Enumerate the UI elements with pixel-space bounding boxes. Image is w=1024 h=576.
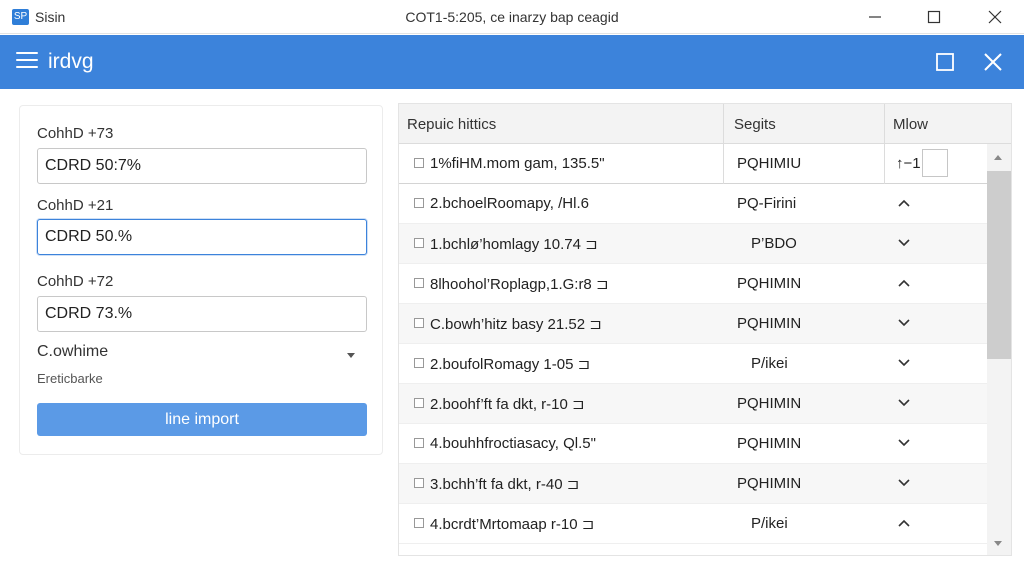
row-status: PQHIMIN — [737, 395, 802, 412]
scroll-down-icon[interactable] — [994, 541, 1002, 546]
hamburger-menu-icon[interactable] — [16, 52, 38, 70]
chevron-down-icon[interactable] — [897, 358, 911, 368]
row-checkbox[interactable] — [414, 358, 424, 368]
square-icon — [936, 53, 954, 71]
chevron-up-icon[interactable] — [897, 278, 911, 288]
row-name: 2.boohf’ft fa dkt, r-10 ⊐ — [430, 396, 585, 413]
header-maximize-button[interactable] — [932, 49, 958, 75]
table-row[interactable]: 8lhoohol’Roplagp,1.G:r8 ⊐ PQHIMIN — [399, 264, 987, 304]
field2-label: CohhD +21 — [37, 197, 114, 214]
row-name: 8lhoohol’Roplagp,1.G:r8 ⊐ — [430, 276, 609, 293]
row-name: 4.bouhhfroctiasacy, Ql.5" — [430, 435, 596, 452]
app-header: irdvg — [0, 35, 1024, 89]
row-name: 3.bchh’ft fa dkt, r-40 ⊐ — [430, 476, 580, 493]
chevron-down-icon[interactable] — [897, 398, 911, 408]
table-row[interactable]: 1%fiHM.mom gam, 135.5" PQHIMIU ↑−1 — [399, 144, 987, 184]
field3-label: CohhD +72 — [37, 273, 114, 290]
column-header-name[interactable]: Repuic hittics — [407, 116, 496, 133]
row-checkbox[interactable] — [414, 318, 424, 328]
window-titlebar: SP Sisin COT1-5:205, ce inarzy bap ceagi… — [0, 0, 1024, 34]
chevron-down-icon[interactable] — [897, 478, 911, 488]
select-dropdown-label[interactable]: C.owhime — [37, 343, 108, 361]
field3-input[interactable]: CDRD 73.% — [37, 296, 367, 332]
chevron-down-icon[interactable] — [897, 438, 911, 448]
chevron-up-icon[interactable] — [897, 198, 911, 208]
table-row[interactable]: 2.bchoelRoomapy, /Hl.6 PQ-Firini — [399, 184, 987, 224]
row-name: 1%fiHM.mom gam, 135.5" — [430, 155, 605, 172]
column-header-status[interactable]: Segits — [734, 116, 776, 133]
close-icon — [988, 10, 1002, 24]
row-status: P/ikei — [751, 355, 788, 372]
table-header: Repuic hittics Segits Mlow — [399, 104, 1011, 144]
row-status: PQHIMIU — [737, 155, 802, 172]
row-status: PQHIMIN — [737, 475, 802, 492]
table-row[interactable]: 3.bchh’ft fa dkt, r-40 ⊐ PQHIMIN — [399, 464, 987, 504]
vertical-scrollbar[interactable] — [987, 144, 1011, 555]
field1-input[interactable]: CDRD 50:7% — [37, 148, 367, 184]
row-checkbox[interactable] — [414, 198, 424, 208]
row-name: C.bowh’hitz basy 21.52 ⊐ — [430, 316, 602, 333]
row-checkbox[interactable] — [414, 518, 424, 528]
maximize-button[interactable] — [914, 4, 954, 30]
close-button[interactable] — [975, 4, 1015, 30]
column-header-mlow[interactable]: Mlow — [893, 116, 928, 133]
field2-input[interactable]: CDRD 50.% — [37, 219, 367, 255]
row-status: P’BDO — [751, 235, 797, 252]
import-form-panel: CohhD +73 CDRD 50:7% CohhD +21 CDRD 50.%… — [19, 105, 383, 455]
row-checkbox[interactable] — [414, 438, 424, 448]
row-checkbox[interactable] — [414, 238, 424, 248]
minimize-icon — [869, 16, 881, 18]
table-row[interactable]: 2.boufolRomagy 1-05 ⊐ P/ikei — [399, 344, 987, 384]
scroll-thumb[interactable] — [987, 171, 1011, 359]
row-status: P/ikei — [751, 515, 788, 532]
row-checkbox[interactable] — [414, 278, 424, 288]
chevron-down-icon[interactable] — [347, 353, 355, 358]
field1-label: CohhD +73 — [37, 125, 114, 142]
scroll-up-icon[interactable] — [994, 155, 1002, 160]
chevron-up-icon[interactable] — [897, 518, 911, 528]
data-table: Repuic hittics Segits Mlow 1%fiHM.mom ga… — [398, 103, 1012, 556]
page-title: irdvg — [48, 50, 94, 73]
row-name: 2.bchoelRoomapy, /Hl.6 — [430, 195, 589, 212]
select-helper-text: Ereticbarke — [37, 371, 103, 386]
import-button[interactable]: line import — [37, 403, 367, 436]
header-close-button[interactable] — [980, 49, 1006, 75]
chevron-down-icon[interactable] — [897, 238, 911, 248]
maximize-icon — [927, 10, 941, 24]
row-checkbox[interactable] — [414, 478, 424, 488]
table-body: 1%fiHM.mom gam, 135.5" PQHIMIU ↑−1 2.bch… — [399, 144, 987, 555]
row-name: 1.bchlø’homlagy 10.74 ⊐ — [430, 236, 598, 253]
row-status: PQHIMIN — [737, 275, 802, 292]
row-mlow-value: ↑−1 — [896, 155, 921, 172]
table-row[interactable]: 4.bouhhfroctiasacy, Ql.5" PQHIMIN — [399, 424, 987, 464]
row-checkbox[interactable] — [414, 398, 424, 408]
row-status: PQ-Firini — [737, 195, 797, 212]
table-row[interactable]: 2.boohf’ft fa dkt, r-10 ⊐ PQHIMIN — [399, 384, 987, 424]
minimize-button[interactable] — [855, 4, 895, 30]
table-row[interactable]: 4.bcrdt’Mrtomaap r-10 ⊐ P/ikei — [399, 504, 987, 544]
table-row[interactable]: 1.bchlø’homlagy 10.74 ⊐ P’BDO — [399, 224, 987, 264]
table-row[interactable]: C.bowh’hitz basy 21.52 ⊐ PQHIMIN — [399, 304, 987, 344]
row-status: PQHIMIN — [737, 315, 802, 332]
chevron-down-icon[interactable] — [897, 318, 911, 328]
row-name: 4.bcrdt’Mrtomaap r-10 ⊐ — [430, 516, 595, 533]
row-name: 2.boufolRomagy 1-05 ⊐ — [430, 356, 591, 373]
row-mlow-input[interactable] — [922, 149, 948, 177]
row-checkbox[interactable] — [414, 158, 424, 168]
row-status: PQHIMIN — [737, 435, 802, 452]
close-icon — [984, 53, 1002, 71]
